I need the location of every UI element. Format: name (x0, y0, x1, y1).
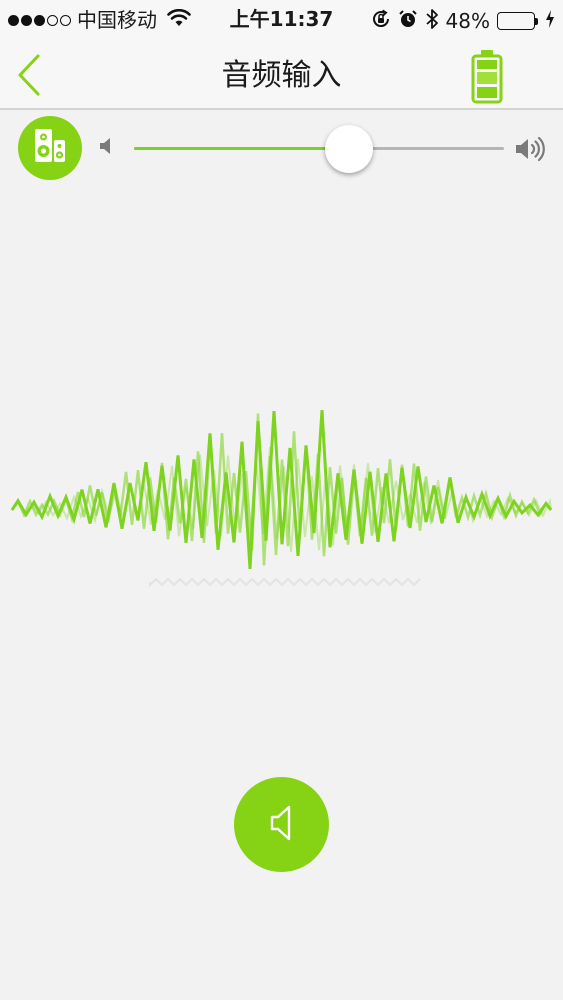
back-button[interactable] (10, 52, 50, 98)
signal-dot (8, 14, 19, 26)
slider-thumb[interactable] (324, 125, 373, 173)
signal-strength-icon (8, 14, 71, 26)
battery-button[interactable] (467, 48, 507, 104)
speaker-outline-icon (267, 802, 297, 848)
signal-dot (60, 14, 71, 26)
chevron-left-icon (10, 54, 50, 102)
signal-dot (21, 14, 32, 26)
signal-dot (47, 14, 58, 26)
battery-status-icon (497, 12, 538, 30)
slider-fill (134, 147, 349, 150)
volume-high-icon (514, 134, 546, 168)
volume-slider[interactable] (134, 122, 504, 176)
orientation-lock-icon (371, 9, 391, 33)
charging-icon (545, 9, 555, 33)
speaker-icon (30, 126, 70, 170)
audio-waveform (0, 395, 563, 610)
audio-toggle-button[interactable] (234, 777, 329, 872)
audio-source-button[interactable] (18, 116, 82, 180)
signal-dot (34, 14, 45, 26)
volume-low-icon (98, 136, 116, 160)
navigation-bar: 音频输入 (0, 40, 563, 110)
waveform-reflection (149, 577, 421, 588)
status-bar-right: 48% (371, 8, 555, 34)
carrier-name: 中国移动 (77, 8, 157, 32)
alarm-icon (398, 9, 418, 33)
status-bar: 中国移动 上午11:37 48% (0, 0, 563, 40)
bluetooth-icon (425, 8, 439, 34)
wifi-icon (167, 8, 191, 31)
battery-percent: 48% (445, 9, 490, 33)
status-bar-left: 中国移动 (8, 8, 191, 32)
battery-icon (467, 50, 507, 108)
